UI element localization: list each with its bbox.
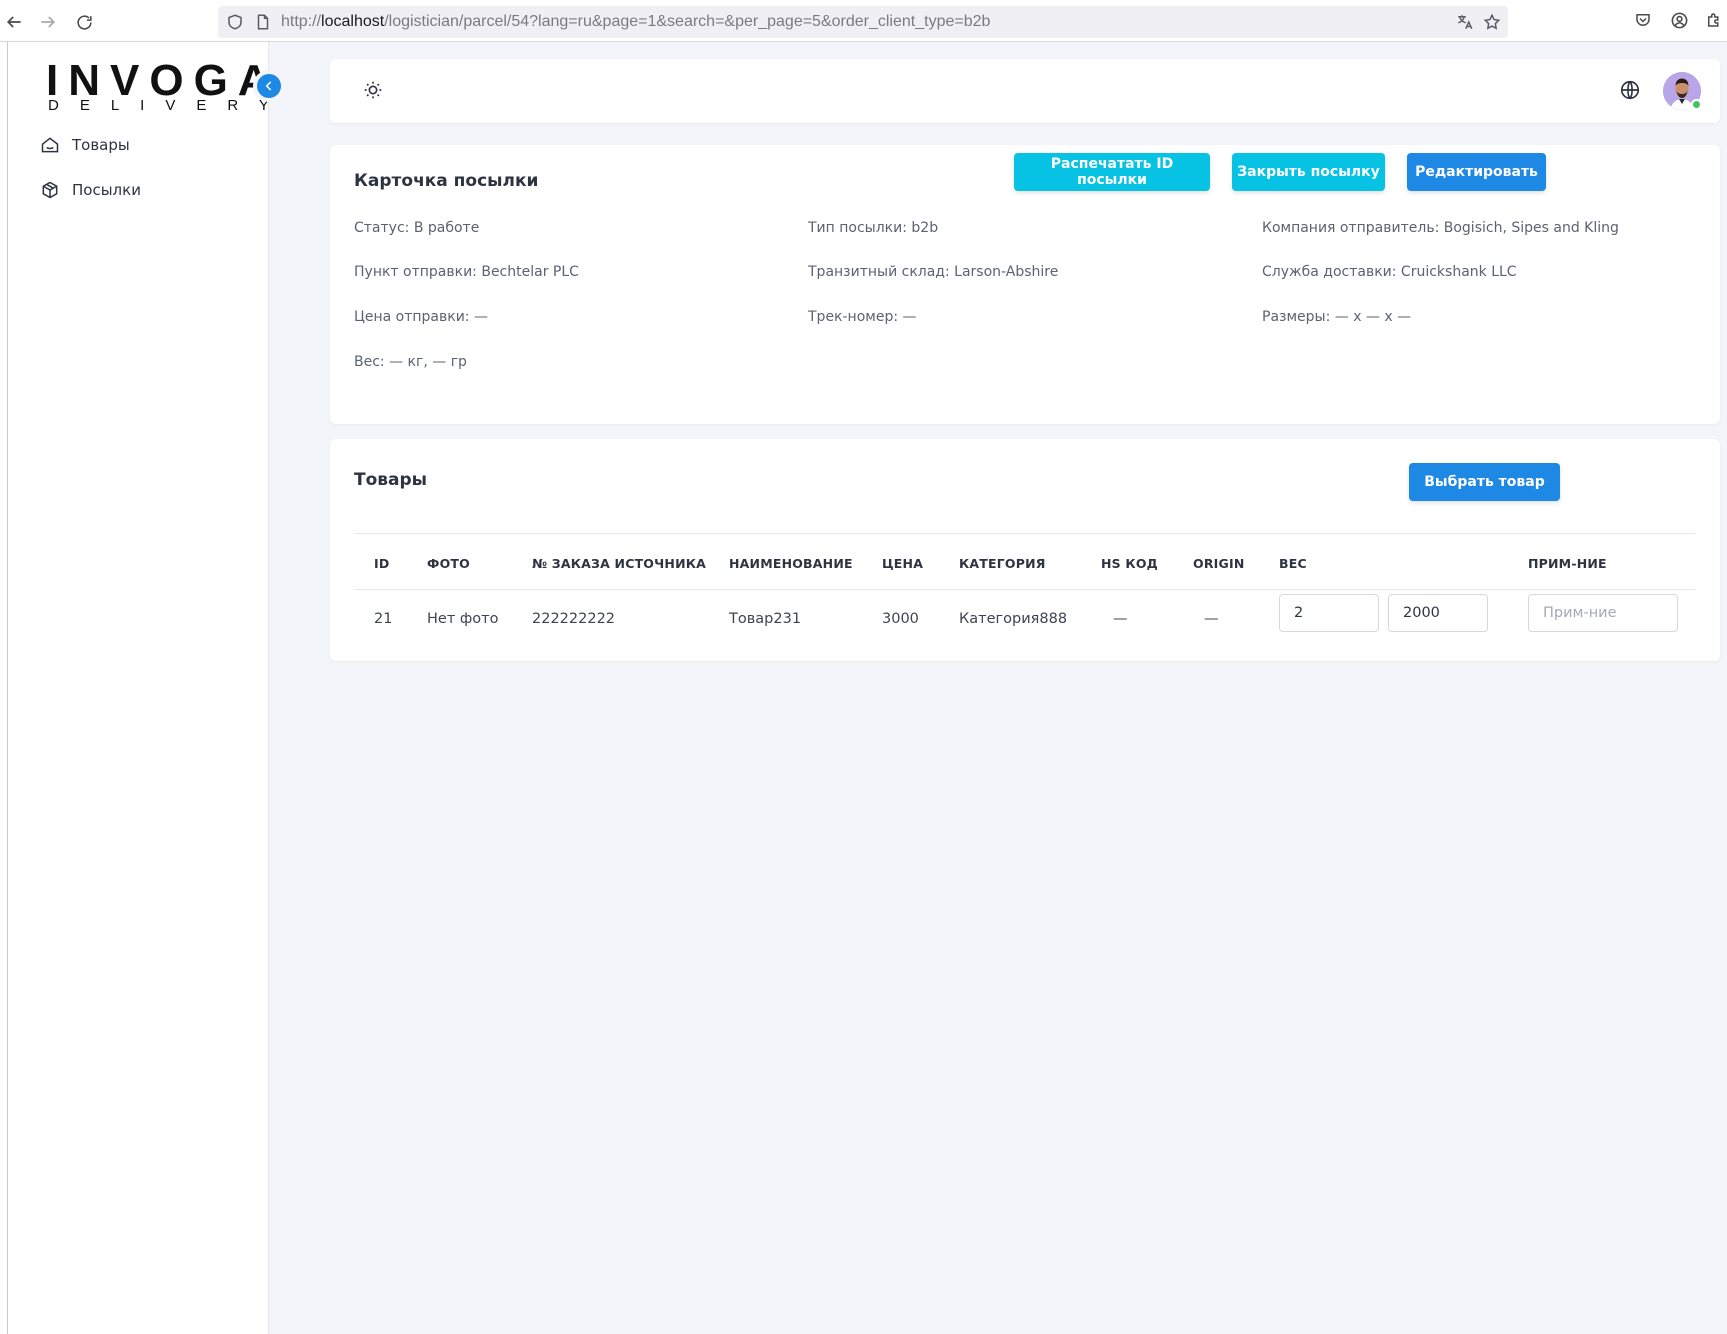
sidebar-collapse-button[interactable] [257, 74, 281, 98]
parcel-type: Тип посылки: b2b [808, 220, 939, 236]
parcel-status: Статус: В работе [354, 220, 480, 236]
sidebar: INVOGA DELIVERY Товары Посылки [8, 42, 270, 1334]
sidebar-item-parcels[interactable]: Посылки [40, 177, 141, 203]
translate-icon[interactable] [1456, 13, 1474, 31]
account-icon[interactable] [1670, 11, 1690, 31]
note-input[interactable] [1528, 594, 1678, 632]
column-header-photo: ФОТО [427, 556, 470, 571]
column-header-source-order: № ЗАКАЗА ИСТОЧНИКА [532, 556, 707, 571]
column-header-note: ПРИМ-НИЕ [1528, 556, 1607, 571]
cell-category: Категория888 [959, 611, 1068, 627]
logo-subtitle: DELIVERY [48, 97, 290, 114]
cell-id: 21 [374, 611, 393, 627]
column-header-name: НАИМЕНОВАНИЕ [729, 556, 853, 571]
cell-photo: Нет фото [427, 611, 499, 627]
parcel-card-title: Карточка посылки [354, 171, 539, 191]
parcel-card: Карточка посылки Распечатать ID посылки … [330, 145, 1720, 424]
cell-name: Товар231 [729, 611, 802, 627]
transit-warehouse: Транзитный склад: Larson-Abshire [808, 264, 1059, 280]
box-icon [42, 181, 58, 199]
weight-kg-input[interactable] [1279, 594, 1379, 632]
app-container: INVOGA DELIVERY Товары Посылки Карточка … [7, 42, 1727, 1334]
forward-arrow-icon[interactable] [36, 10, 60, 34]
departure-point: Пункт отправки: Bechtelar PLC [354, 264, 579, 280]
goods-card-title: Товары [354, 470, 428, 490]
parcel-dimensions: Размеры: — x — x — [1262, 309, 1412, 325]
sidebar-item-label: Товары [72, 136, 130, 154]
shipping-price: Цена отправки: — [354, 309, 488, 325]
column-header-category: КАТЕГОРИЯ [959, 556, 1046, 571]
column-header-price: ЦЕНА [882, 556, 924, 571]
column-header-id: ID [374, 556, 390, 571]
cell-origin: — [1204, 611, 1219, 627]
sidebar-item-label: Посылки [72, 181, 141, 199]
cell-price: 3000 [882, 611, 919, 627]
print-parcel-id-button[interactable]: Распечатать ID посылки [1014, 153, 1210, 191]
extensions-icon[interactable] [1705, 11, 1725, 31]
sidebar-item-goods[interactable]: Товары [40, 132, 130, 158]
weight-g-input[interactable] [1388, 594, 1488, 632]
table-divider [354, 589, 1695, 590]
column-header-hs-code: HS КОД [1101, 556, 1158, 571]
delivery-service: Служба доставки: Cruickshank LLC [1262, 264, 1517, 280]
browser-toolbar: http://localhost/logistician/parcel/54?l… [0, 0, 1727, 42]
address-bar[interactable]: http://localhost/logistician/parcel/54?l… [218, 6, 1508, 38]
globe-icon[interactable] [1619, 79, 1643, 103]
cell-source-order: 222222222 [532, 611, 616, 627]
table-divider [354, 533, 1695, 534]
parcel-weight: Вес: — кг, — гр [354, 354, 467, 370]
chevron-left-icon [265, 81, 272, 91]
goods-card: Товары Выбрать товар ID ФОТО № ЗАКАЗА ИС… [330, 439, 1720, 661]
edit-parcel-button[interactable]: Редактировать [1407, 153, 1546, 191]
sender-company: Компания отправитель: Bogisich, Sipes an… [1262, 220, 1619, 236]
bookmark-star-icon[interactable] [1483, 13, 1501, 31]
top-header [330, 59, 1720, 123]
pocket-icon[interactable] [1634, 11, 1654, 31]
column-header-weight: ВЕС [1279, 556, 1307, 571]
page-icon [254, 13, 272, 31]
sun-icon[interactable] [362, 79, 386, 103]
url-text[interactable]: http://localhost/logistician/parcel/54?l… [281, 13, 990, 31]
cell-hs-code: — [1113, 611, 1128, 627]
column-header-origin: ORIGIN [1193, 556, 1245, 571]
back-arrow-icon[interactable] [2, 10, 26, 34]
close-parcel-button[interactable]: Закрыть посылку [1232, 153, 1385, 191]
shield-icon[interactable] [226, 13, 244, 31]
tracking-number: Трек-номер: — [808, 309, 917, 325]
select-goods-button[interactable]: Выбрать товар [1409, 463, 1560, 501]
online-status-dot [1691, 99, 1702, 110]
home-icon [41, 137, 59, 153]
reload-icon[interactable] [72, 10, 96, 34]
